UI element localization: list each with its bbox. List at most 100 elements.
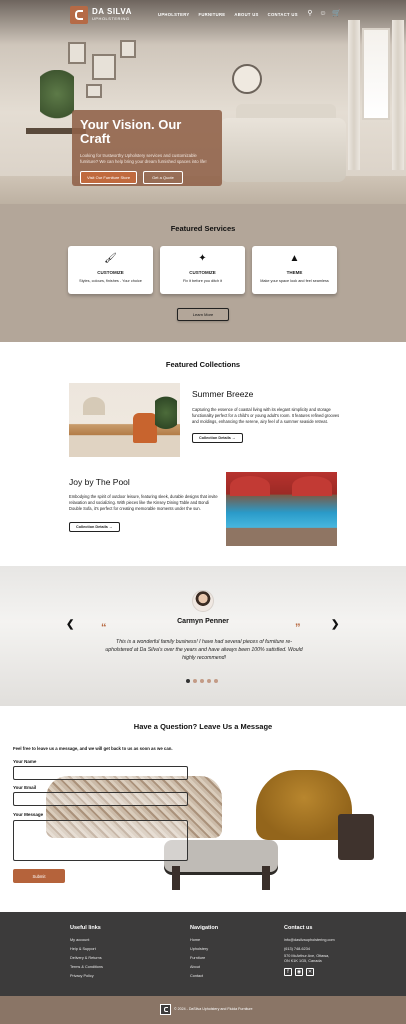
- service-desc: Make your space look and feel seamless: [260, 279, 329, 283]
- puzzle-icon: ✦: [198, 253, 207, 264]
- footer-link[interactable]: Furniture: [190, 954, 218, 963]
- get-quote-button[interactable]: Get a Quote: [143, 171, 183, 184]
- collections-title: Featured Collections: [165, 360, 241, 369]
- hero-card: Your Vision. Our Craft Looking for trust…: [72, 110, 222, 186]
- chevron-right-icon[interactable]: ❯: [331, 619, 339, 630]
- footer-link[interactable]: Help & Support: [70, 945, 103, 954]
- service-title: CUSTOMIZE: [97, 270, 124, 275]
- nav-link-about[interactable]: ABOUT US: [234, 12, 258, 17]
- submit-button[interactable]: Submit: [13, 869, 65, 883]
- carousel-dots: [186, 679, 218, 683]
- collection-details-button[interactable]: Collection Details →: [192, 433, 243, 443]
- service-card[interactable]: 🖌 CUSTOMIZE Styles, colours, finishes - …: [68, 246, 153, 294]
- footer-link[interactable]: Upholstery: [190, 945, 218, 954]
- joy-by-the-pool-image[interactable]: [226, 472, 337, 546]
- background-side-table: [338, 814, 374, 860]
- x-icon[interactable]: ✕: [306, 968, 314, 976]
- email-field[interactable]: [13, 792, 188, 806]
- copyright: © 2024 - DaSilva Upholstery and Fluida F…: [174, 1007, 253, 1011]
- account-icon[interactable]: ☺: [319, 10, 327, 18]
- service-cards: 🖌 CUSTOMIZE Styles, colours, finishes - …: [68, 246, 337, 294]
- email-label: Your Email: [13, 785, 37, 790]
- footer-link[interactable]: Contact: [190, 972, 218, 981]
- hero-text: Looking for trustworthy Upholstery servi…: [80, 153, 207, 164]
- logo-icon[interactable]: [70, 6, 88, 24]
- form-intro: Feel free to leave us a message, and we …: [13, 746, 173, 751]
- footer-link[interactable]: About: [190, 963, 218, 972]
- testimonial-name: Carmyn Penner: [177, 618, 229, 625]
- service-desc: Styles, colours, finishes - Your choice: [79, 279, 142, 283]
- footer-link[interactable]: Privacy Policy: [70, 972, 103, 981]
- contact-section: Have a Question? Leave Us a Message Feel…: [0, 706, 406, 912]
- carousel-dot[interactable]: [207, 679, 211, 683]
- bottom-bar: © 2024 - DaSilva Upholstery and Fluida F…: [0, 996, 406, 1024]
- wall-frame: [86, 84, 102, 98]
- footer: Useful links My account Help & Support D…: [0, 912, 406, 996]
- service-desc: Fix it before you ditch it: [182, 279, 223, 283]
- collection-details-button[interactable]: Collection Details →: [69, 522, 120, 532]
- brand-subtitle: UPHOLSTERING: [92, 16, 130, 21]
- carousel-dot[interactable]: [186, 679, 190, 683]
- collection-details-label: Collection Details: [199, 436, 231, 440]
- hero-sofa: [220, 118, 346, 182]
- services-section: Featured Services 🖌 CUSTOMIZE Styles, co…: [0, 204, 406, 342]
- hero-buttons: Visit Our Furniture Store Get a Quote: [80, 171, 214, 184]
- footer-phone[interactable]: (613) 748-6234: [284, 945, 335, 954]
- open-quote-icon: “: [101, 622, 107, 634]
- footer-link[interactable]: Terms & Conditions: [70, 963, 103, 972]
- avatar: [192, 590, 214, 612]
- visit-store-button[interactable]: Visit Our Furniture Store: [80, 171, 138, 184]
- close-quote-icon: ”: [295, 622, 301, 634]
- footer-email[interactable]: info@dasilvaupholstering.com: [284, 936, 335, 945]
- testimonial-quote: This is a wonderful family business! I h…: [105, 639, 303, 661]
- service-card[interactable]: ▲ THEME Make your space look and feel se…: [252, 246, 337, 294]
- footer-link[interactable]: My account: [70, 936, 103, 945]
- arrow-right-icon: →: [231, 436, 236, 440]
- service-title: CUSTOMIZE: [189, 270, 216, 275]
- wall-frame: [92, 54, 116, 80]
- message-label: Your Message: [13, 812, 44, 817]
- footer-navigation: Navigation Home Upholstery Furniture Abo…: [190, 925, 218, 981]
- nav-link-furniture[interactable]: FURNITURE: [198, 12, 225, 17]
- collection-info: Joy by The Pool Embodying the spirit of …: [69, 477, 219, 533]
- logo[interactable]: DA SILVA UPHOLSTERING: [92, 7, 132, 22]
- nav-icons: ⚲ ☺ 🛒: [306, 10, 340, 18]
- footer-useful-links: Useful links My account Help & Support D…: [70, 925, 103, 981]
- footer-link[interactable]: Home: [190, 936, 218, 945]
- learn-more-button[interactable]: Learn More: [177, 308, 229, 321]
- cart-icon[interactable]: 🛒: [332, 10, 341, 18]
- service-title: THEME: [286, 270, 303, 275]
- search-icon[interactable]: ⚲: [306, 10, 314, 18]
- table-leg: [262, 866, 270, 890]
- arrow-right-icon: →: [108, 525, 113, 529]
- collection-text: Capturing the essence of coastal living …: [192, 407, 340, 424]
- footer-contact: Contact us info@dasilvaupholstering.com …: [284, 925, 335, 976]
- footer-heading: Contact us: [284, 925, 313, 931]
- carousel-dot[interactable]: [193, 679, 197, 683]
- nav-link-contact[interactable]: CONTACT US: [268, 12, 298, 17]
- footer-heading: Useful links: [70, 925, 101, 931]
- hero-curtain: [348, 20, 360, 170]
- message-field[interactable]: [13, 820, 188, 861]
- footer-link[interactable]: Delivery & Returns: [70, 954, 103, 963]
- service-card[interactable]: ✦ CUSTOMIZE Fix it before you ditch it: [160, 246, 245, 294]
- name-field[interactable]: [13, 766, 188, 780]
- wall-frame: [120, 40, 136, 58]
- nav-link-upholstery[interactable]: UPHOLSTERY: [158, 12, 189, 17]
- hero-section: DA SILVA UPHOLSTERING UPHOLSTERY FURNITU…: [0, 0, 406, 204]
- contact-title: Have a Question? Leave Us a Message: [133, 722, 273, 731]
- brush-icon: 🖌: [104, 253, 117, 264]
- collection-info: Summer Breeze Capturing the essence of c…: [192, 389, 342, 444]
- instagram-icon[interactable]: ◉: [295, 968, 303, 976]
- summer-breeze-image[interactable]: [69, 383, 180, 457]
- carousel-dot[interactable]: [214, 679, 218, 683]
- facebook-icon[interactable]: f: [284, 968, 292, 976]
- shapes-icon: ▲: [289, 253, 300, 264]
- carousel-dot[interactable]: [200, 679, 204, 683]
- social-links: f ◉ ✕: [284, 968, 335, 976]
- chevron-left-icon[interactable]: ❮: [66, 619, 74, 630]
- testimonial-section: Carmyn Penner “ ” This is a wonderful fa…: [0, 566, 406, 706]
- services-title: Featured Services: [170, 224, 236, 233]
- footer-logo-icon: [160, 1004, 171, 1015]
- wall-clock: [232, 64, 262, 94]
